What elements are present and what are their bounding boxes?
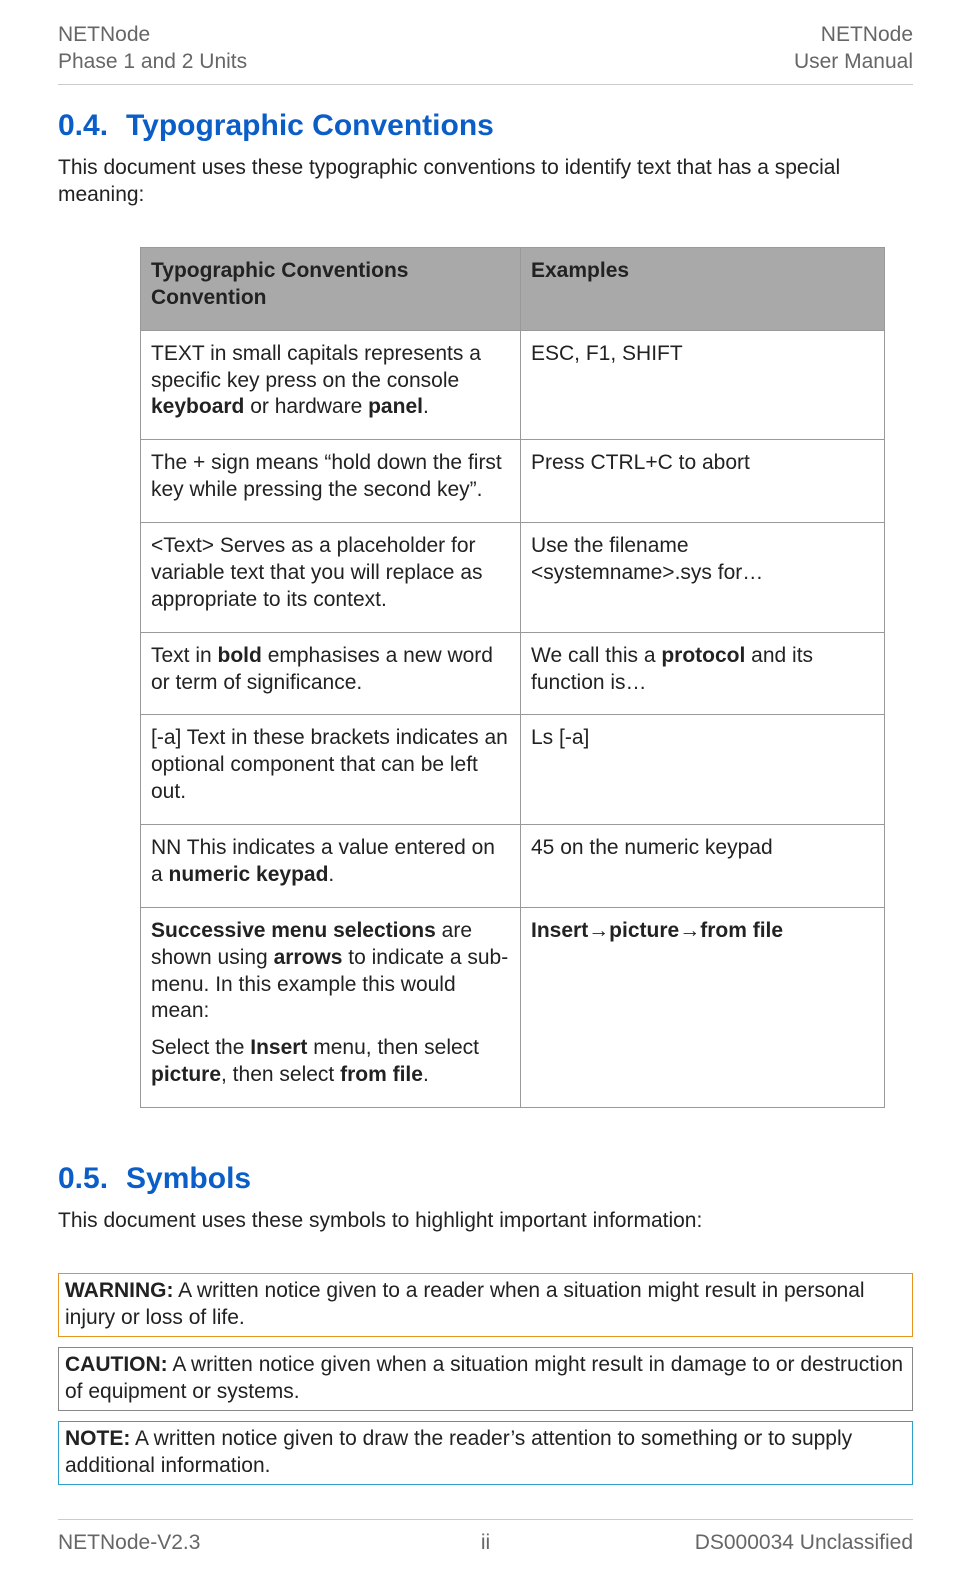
- table-row: TEXT in small capitals represents a spec…: [141, 330, 885, 440]
- header-right: NETNode User Manual: [794, 22, 913, 76]
- bold-text: Successive menu selections: [151, 919, 436, 942]
- convention-cell: NN This indicates a value entered on a n…: [141, 825, 521, 908]
- text: .: [423, 395, 429, 418]
- convention-cell: Successive menu selections are shown usi…: [141, 907, 521, 1107]
- table-row: NN This indicates a value entered on a n…: [141, 825, 885, 908]
- note-text: A written notice given to draw the reade…: [65, 1427, 852, 1477]
- bold-text: numeric keypad: [169, 863, 329, 886]
- table-row: <Text> Serves as a placeholder for varia…: [141, 523, 885, 633]
- warning-text: A written notice given to a reader when …: [65, 1279, 865, 1329]
- bold-text: bold: [218, 644, 262, 667]
- text: , then select: [221, 1063, 340, 1086]
- page-footer: NETNode-V2.3 ii DS000034 Unclassified: [58, 1519, 913, 1557]
- text: menu, then select: [307, 1036, 479, 1059]
- table-header-convention: Typographic Conventions Convention: [141, 247, 521, 330]
- footer-center: ii: [481, 1530, 490, 1557]
- section04-intro: This document uses these typographic con…: [58, 155, 913, 209]
- text: .: [328, 863, 334, 886]
- convention-cell: [-a] Text in these brackets indicates an…: [141, 715, 521, 825]
- bold-text: Insert: [250, 1036, 307, 1059]
- bold-text: protocol: [661, 644, 745, 667]
- typographic-conventions-table: Typographic Conventions Convention Examp…: [140, 247, 885, 1108]
- bold-text: keyboard: [151, 395, 244, 418]
- example-cell: Use the filename <systemname>.sys for…: [521, 523, 885, 633]
- section-title: Symbols: [126, 1162, 251, 1195]
- section-number: 0.5.: [58, 1162, 108, 1195]
- table-row: Successive menu selections are shown usi…: [141, 907, 885, 1107]
- example-cell: ESC, F1, SHIFT: [521, 330, 885, 440]
- header-right-product: NETNode: [794, 22, 913, 49]
- section-number: 0.4.: [58, 109, 108, 142]
- section-heading-symbols: 0.5. Symbols: [58, 1160, 913, 1198]
- th-line1: Typographic Conventions: [151, 259, 408, 282]
- caution-text: A written notice given when a situation …: [65, 1353, 903, 1403]
- section-heading-typographic: 0.4. Typographic Conventions: [58, 107, 913, 145]
- header-left-product: NETNode: [58, 22, 247, 49]
- table-row: [-a] Text in these brackets indicates an…: [141, 715, 885, 825]
- example-cell: Insert→picture→from file: [521, 907, 885, 1107]
- note-notice: NOTE: A written notice given to draw the…: [58, 1421, 913, 1485]
- th-line2: Convention: [151, 286, 267, 309]
- text: We call this a: [531, 644, 661, 667]
- header-left-subtitle: Phase 1 and 2 Units: [58, 49, 247, 76]
- text: TEXT in small capitals represents a spec…: [151, 342, 481, 392]
- caution-notice: CAUTION: A written notice given when a s…: [58, 1347, 913, 1411]
- text: Text in: [151, 644, 218, 667]
- section05-intro: This document uses these symbols to high…: [58, 1208, 913, 1235]
- section-title: Typographic Conventions: [126, 109, 494, 142]
- bold-text: arrows: [274, 946, 343, 969]
- table-row: The + sign means “hold down the first ke…: [141, 440, 885, 523]
- convention-cell: TEXT in small capitals represents a spec…: [141, 330, 521, 440]
- text: or hardware: [244, 395, 368, 418]
- text: .: [423, 1063, 429, 1086]
- footer-left: NETNode-V2.3: [58, 1530, 200, 1557]
- header-left: NETNode Phase 1 and 2 Units: [58, 22, 247, 76]
- footer-right: DS000034 Unclassified: [695, 1530, 913, 1557]
- table-row: Text in bold emphasises a new word or te…: [141, 632, 885, 715]
- warning-label: WARNING:: [65, 1279, 174, 1302]
- bold-text: from file: [340, 1063, 423, 1086]
- warning-notice: WARNING: A written notice given to a rea…: [58, 1273, 913, 1337]
- text: Select the: [151, 1036, 250, 1059]
- bold-text: picture: [151, 1063, 221, 1086]
- example-cell: Press CTRL+C to abort: [521, 440, 885, 523]
- convention-cell: <Text> Serves as a placeholder for varia…: [141, 523, 521, 633]
- header-right-doc: User Manual: [794, 49, 913, 76]
- convention-cell: Text in bold emphasises a new word or te…: [141, 632, 521, 715]
- table-header-examples: Examples: [521, 247, 885, 330]
- page-header: NETNode Phase 1 and 2 Units NETNode User…: [58, 22, 913, 85]
- convention-cell: The + sign means “hold down the first ke…: [141, 440, 521, 523]
- example-cell: Ls [-a]: [521, 715, 885, 825]
- example-cell: 45 on the numeric keypad: [521, 825, 885, 908]
- example-cell: We call this a protocol and its function…: [521, 632, 885, 715]
- bold-text: panel: [368, 395, 423, 418]
- note-label: NOTE:: [65, 1427, 130, 1450]
- table-header-row: Typographic Conventions Convention Examp…: [141, 247, 885, 330]
- bold-text: Insert→picture→from file: [531, 919, 783, 942]
- caution-label: CAUTION:: [65, 1353, 168, 1376]
